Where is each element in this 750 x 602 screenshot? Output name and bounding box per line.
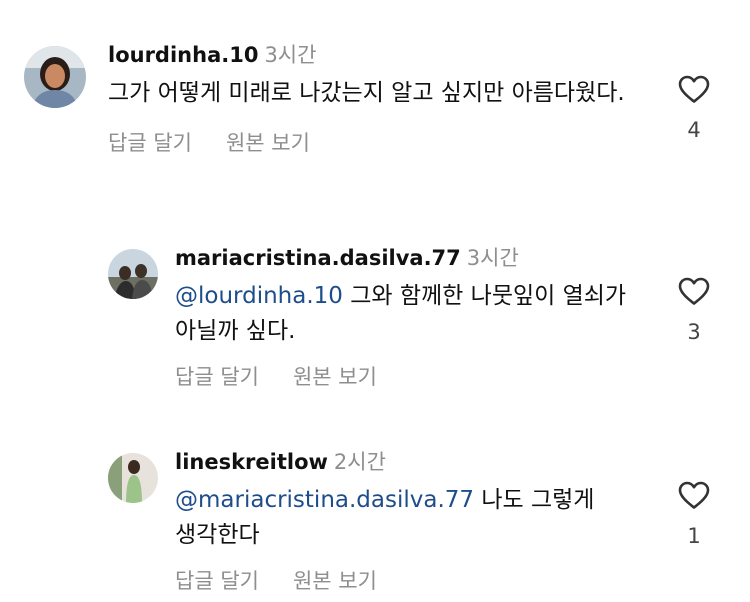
comment-meta: mariacristina.dasilva.77 3시간 <box>175 243 655 273</box>
avatar[interactable] <box>108 249 158 299</box>
username[interactable]: mariacristina.dasilva.77 <box>175 246 461 270</box>
comment-meta: lineskreitlow 2시간 <box>175 447 655 477</box>
heart-outline-icon[interactable] <box>677 74 711 104</box>
like-count: 3 <box>687 320 701 344</box>
timestamp: 3시간 <box>466 246 519 270</box>
comment-text: @lourdinha.10 그와 함께한 나뭇잎이 열쇠가 아닐까 싶다. <box>175 279 645 349</box>
username[interactable]: lineskreitlow <box>175 450 328 474</box>
comment-meta: lourdinha.10 3시간 <box>108 40 668 70</box>
see-original-button[interactable]: 원본 보기 <box>226 127 310 157</box>
like-control: 3 <box>674 276 714 344</box>
mention-link[interactable]: @mariacristina.dasilva.77 <box>175 487 474 513</box>
reply-button[interactable]: 답글 달기 <box>108 127 192 157</box>
like-control: 4 <box>674 74 714 142</box>
username[interactable]: lourdinha.10 <box>108 43 258 67</box>
comment-text: 그가 어떻게 미래로 나갔는지 알고 싶지만 아름다웠다. <box>108 76 648 111</box>
comment-text: @mariacristina.dasilva.77 나도 그렇게 생각한다 <box>175 483 645 553</box>
timestamp: 2시간 <box>333 450 386 474</box>
timestamp: 3시간 <box>264 43 317 67</box>
like-count: 1 <box>687 524 701 548</box>
comment-body: lourdinha.10 3시간 그가 어떻게 미래로 나갔는지 알고 싶지만 아… <box>108 40 668 157</box>
see-original-button[interactable]: 원본 보기 <box>293 565 377 595</box>
avatar[interactable] <box>108 453 158 503</box>
see-original-button[interactable]: 원본 보기 <box>293 361 377 391</box>
comment-actions: 답글 달기 원본 보기 <box>175 361 655 391</box>
avatar[interactable] <box>24 46 86 108</box>
mention-link[interactable]: @lourdinha.10 <box>175 283 343 309</box>
comment-body: lineskreitlow 2시간 @mariacristina.dasilva.… <box>175 447 655 595</box>
comment-actions: 답글 달기 원본 보기 <box>108 127 668 157</box>
comment-body: mariacristina.dasilva.77 3시간 @lourdinha.1… <box>175 243 655 391</box>
comment-actions: 답글 달기 원본 보기 <box>175 565 655 595</box>
comment-text-body: 그가 어떻게 미래로 나갔는지 알고 싶지만 아름다웠다. <box>108 80 625 106</box>
like-count: 4 <box>687 118 701 142</box>
reply-button[interactable]: 답글 달기 <box>175 565 259 595</box>
reply-button[interactable]: 답글 달기 <box>175 361 259 391</box>
heart-outline-icon[interactable] <box>677 480 711 510</box>
like-control: 1 <box>674 480 714 548</box>
heart-outline-icon[interactable] <box>677 276 711 306</box>
